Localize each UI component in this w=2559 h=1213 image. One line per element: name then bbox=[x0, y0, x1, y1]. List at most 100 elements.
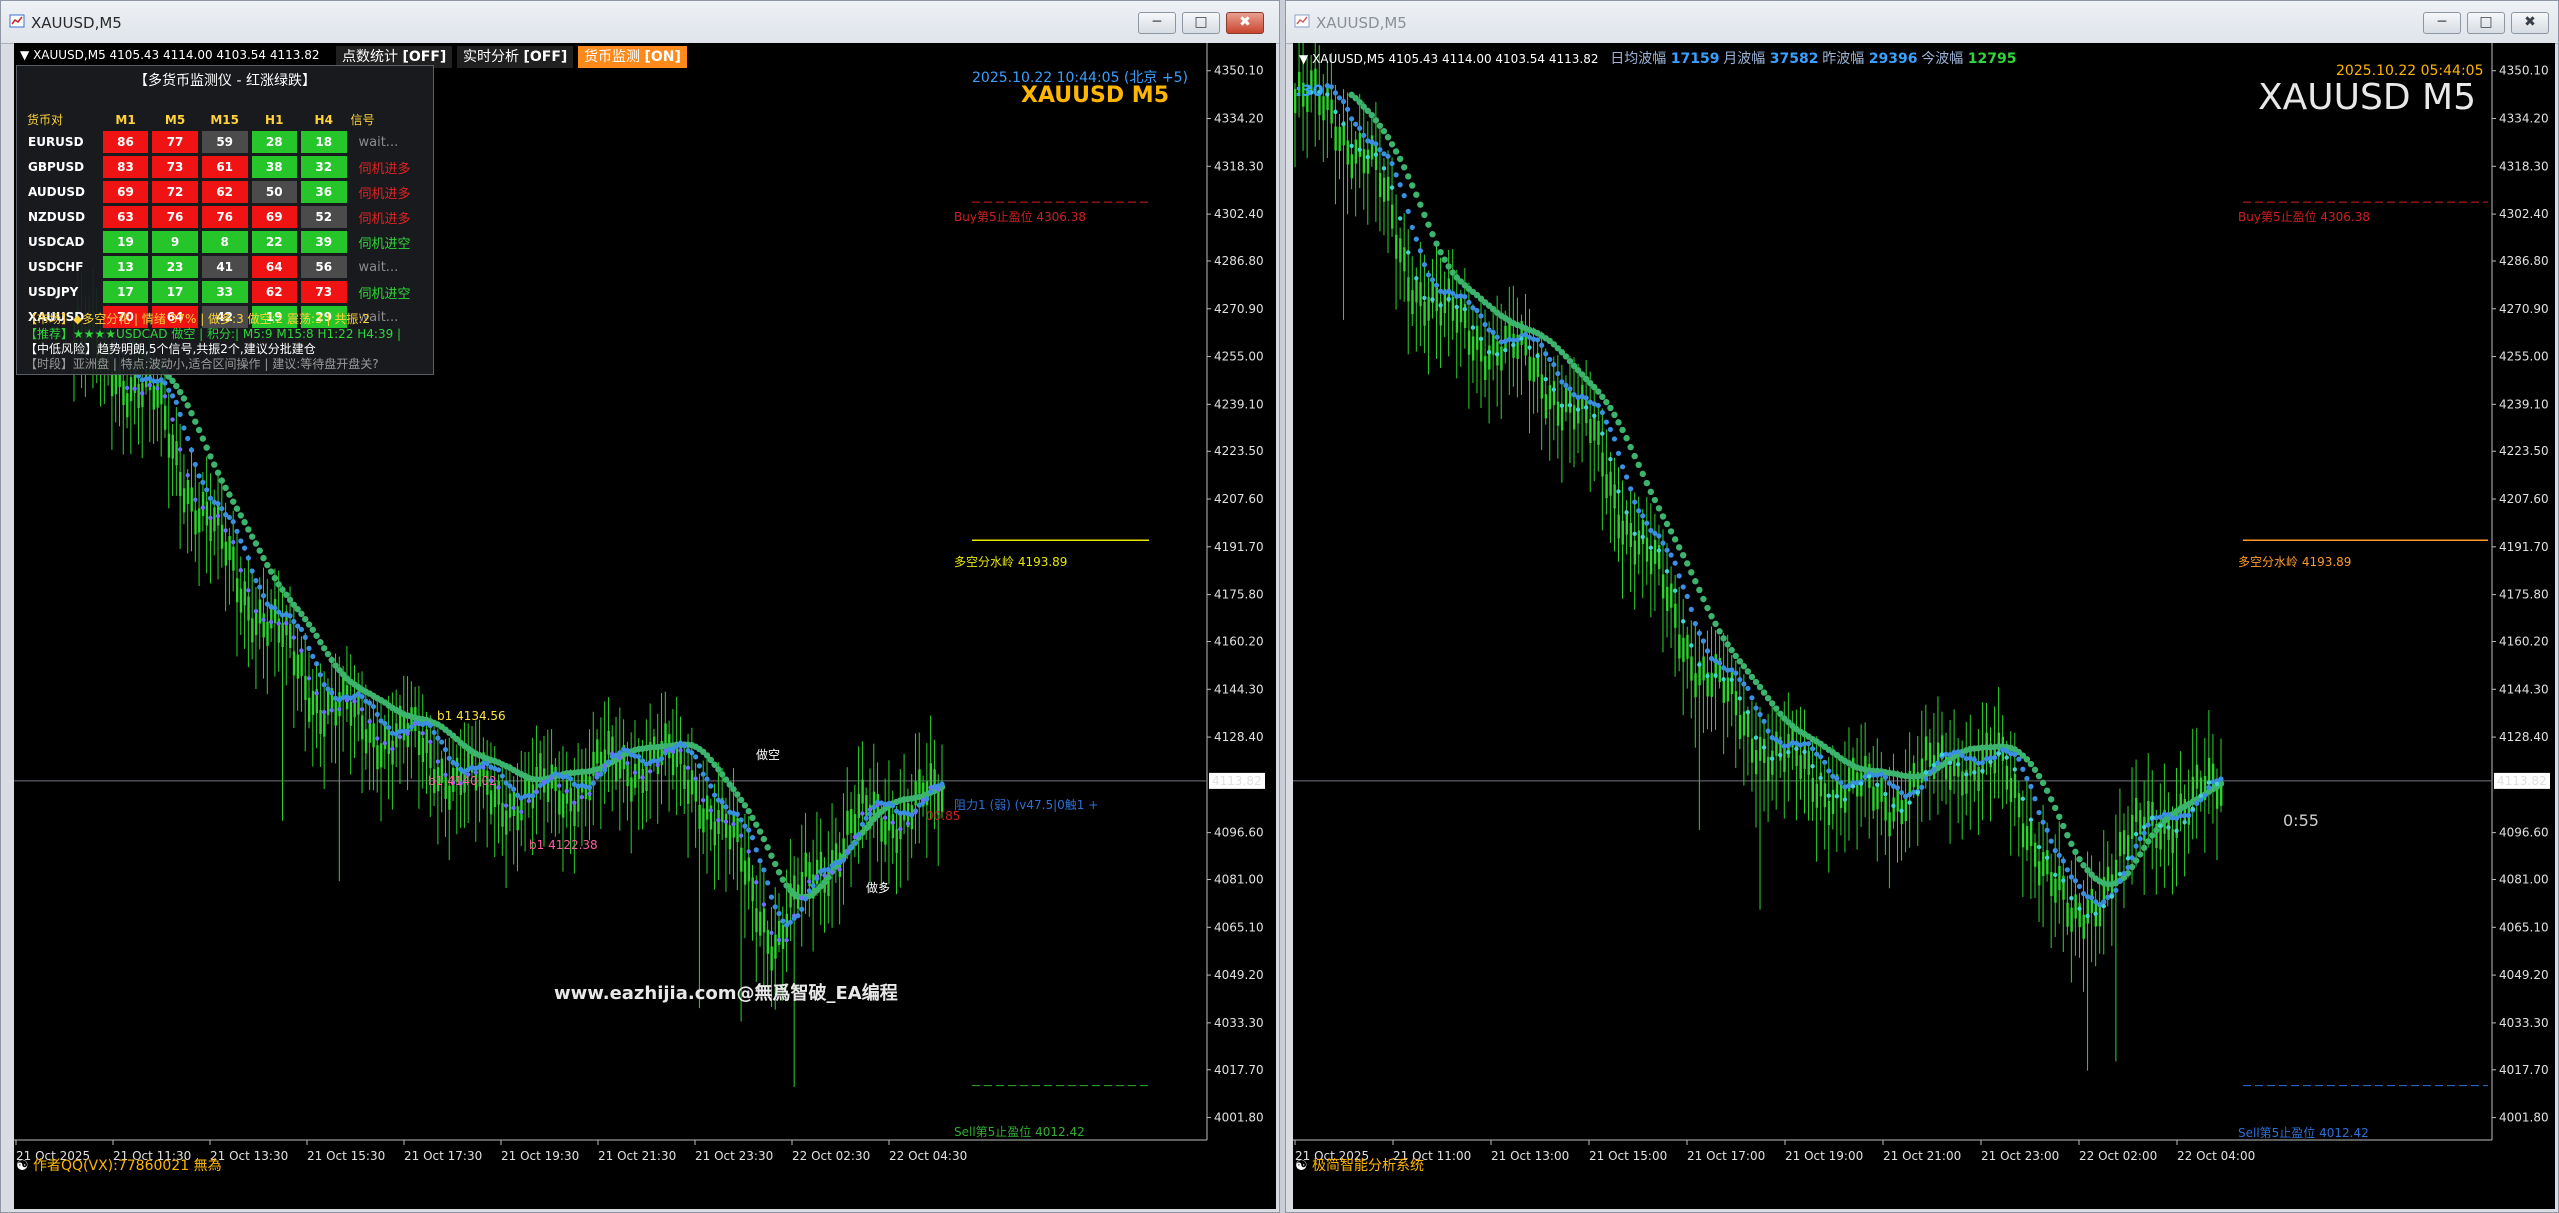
ma-mid-dot bbox=[1729, 667, 1735, 673]
candle-body bbox=[1763, 738, 1766, 764]
price-tick-label: 4128.40 bbox=[1214, 730, 1264, 744]
ma-mid-dot bbox=[768, 894, 775, 900]
ma-slow-dot bbox=[207, 453, 214, 460]
candle-body bbox=[2070, 907, 2073, 932]
candle-body bbox=[2183, 798, 2187, 824]
strength-cell: 56 bbox=[301, 256, 347, 278]
ma-fast-dot bbox=[845, 848, 850, 854]
ma-mid-dot bbox=[1615, 450, 1622, 456]
ma-fast-dot bbox=[1333, 109, 1338, 115]
ma-mid-dot bbox=[1923, 776, 1929, 782]
ma-fast-dot bbox=[1527, 345, 1532, 350]
ma-slow-dot bbox=[1643, 479, 1650, 487]
candle-body bbox=[391, 740, 394, 765]
chart-header-icon: ▼ bbox=[1299, 52, 1309, 66]
ma-fast-dot bbox=[1931, 762, 1937, 768]
strength-cell: 33 bbox=[201, 281, 248, 303]
minimize-button[interactable]: ─ bbox=[2423, 12, 2461, 34]
ma-slow-dot bbox=[2136, 851, 2144, 858]
candle-body bbox=[349, 701, 353, 726]
ma-fast-dot bbox=[2174, 828, 2179, 834]
ma-slow-dot bbox=[1752, 678, 1760, 686]
right-chart-area[interactable]: 4350.10 4334.20 4318.30 4302.40 4286.80 4270.… bbox=[1293, 43, 2555, 1209]
candle-body bbox=[1601, 452, 1604, 477]
currency-monitor-button[interactable]: 货币监测 [ON] bbox=[578, 46, 687, 68]
candle-body bbox=[804, 852, 807, 877]
ma-slow-dot bbox=[252, 540, 260, 547]
wave-yesterday-value: 29396 bbox=[1868, 51, 1918, 67]
ma-fast-dot bbox=[147, 382, 153, 388]
ma-mid-dot bbox=[495, 767, 502, 773]
ma-mid-dot bbox=[2076, 883, 2083, 889]
ma-mid-dot bbox=[1603, 419, 1609, 425]
price-tick-label: 4223.50 bbox=[1214, 444, 1264, 458]
right-titlebar[interactable]: XAUUSD,M5 ─ □ ✖ bbox=[1286, 1, 2558, 44]
ma-fast-dot bbox=[200, 505, 206, 510]
candle-body bbox=[929, 763, 933, 788]
ma-fast-dot bbox=[1511, 342, 1516, 348]
left-chart-window[interactable]: XAUUSD,M5 ─ □ ✖ 4350.10 4334.20 4318.30 430… bbox=[0, 0, 1280, 1213]
ma-slow-dot bbox=[271, 574, 279, 582]
left-titlebar[interactable]: XAUUSD,M5 ─ □ ✖ bbox=[1, 1, 1279, 44]
price-tick-label: 4081.00 bbox=[2499, 873, 2549, 887]
ma-mid-dot bbox=[787, 919, 793, 925]
price-tick-label: 4318.30 bbox=[1214, 159, 1264, 173]
ma-fast-dot bbox=[1745, 709, 1751, 715]
author-text: 作者QQ(VX):77860021 無為 bbox=[33, 1158, 222, 1174]
ma-slow-dot bbox=[1772, 705, 1780, 712]
candle-body bbox=[1362, 149, 1366, 174]
candle-body bbox=[596, 739, 599, 764]
ma-mid-dot bbox=[2186, 812, 2192, 818]
ma-slow-dot bbox=[2068, 840, 2075, 848]
candle-body bbox=[319, 709, 322, 735]
ma-slow-dot bbox=[2039, 779, 2047, 787]
ma-fast-dot bbox=[1834, 794, 1840, 799]
candle-body bbox=[607, 730, 610, 755]
maximize-button[interactable]: □ bbox=[1182, 12, 1220, 34]
candle-body bbox=[1678, 634, 1681, 659]
ma-mid-dot bbox=[1373, 141, 1379, 147]
price-tick-label: 4302.40 bbox=[2499, 207, 2549, 221]
ma-fast-dot bbox=[2109, 894, 2115, 899]
ma-slow-dot bbox=[1675, 544, 1683, 551]
close-button[interactable]: ✖ bbox=[1226, 12, 1264, 34]
wave-month-value: 37582 bbox=[1769, 51, 1819, 67]
close-button[interactable]: ✖ bbox=[2511, 12, 2549, 34]
candle-body bbox=[1924, 736, 1928, 761]
ma-mid-dot bbox=[1377, 147, 1383, 153]
ma-mid-dot bbox=[2012, 751, 2018, 758]
ma-fast-dot bbox=[822, 873, 827, 878]
right-value-label: 00.85 bbox=[926, 809, 961, 823]
ma-fast-dot bbox=[731, 821, 736, 827]
candle-body bbox=[201, 492, 205, 517]
candle-body bbox=[402, 716, 406, 741]
candle-body bbox=[2009, 777, 2013, 802]
ma-slow-dot bbox=[730, 786, 737, 793]
right-chart-window[interactable]: XAUUSD,M5 ─ □ ✖ 4350.10 4334.20 4318.30 430… bbox=[1285, 0, 2559, 1213]
ma-fast-dot bbox=[1430, 297, 1435, 302]
left-chart-area[interactable]: 4350.10 4334.20 4318.30 4302.40 4286.80 4270.… bbox=[14, 43, 1276, 1209]
strength-cell: 38 bbox=[251, 156, 297, 178]
ma-mid-dot bbox=[1543, 351, 1549, 357]
candle-body bbox=[872, 791, 876, 816]
ma-mid-dot bbox=[1599, 409, 1605, 416]
candle-body bbox=[1969, 751, 1972, 776]
strength-cell: 22 bbox=[251, 231, 297, 253]
annotation-short: 做空 bbox=[756, 748, 781, 762]
ma-fast-dot bbox=[1494, 352, 1500, 357]
maximize-button[interactable]: □ bbox=[2467, 12, 2505, 34]
candle-body bbox=[728, 825, 732, 850]
ma-fast-dot bbox=[321, 709, 327, 715]
ma-mid-dot bbox=[689, 750, 695, 756]
ma-slow-dot bbox=[1639, 470, 1646, 478]
ma-mid-dot bbox=[2202, 792, 2208, 798]
strength-cell: 9 bbox=[152, 231, 198, 253]
ma-mid-dot bbox=[427, 722, 433, 729]
ma-mid-dot bbox=[738, 817, 744, 823]
minimize-button[interactable]: ─ bbox=[1138, 12, 1176, 34]
realtime-analysis-button[interactable]: 实时分析 [OFF] bbox=[457, 46, 574, 68]
ma-mid-dot bbox=[1704, 648, 1711, 654]
ma-mid-dot bbox=[1361, 132, 1367, 138]
candle-body bbox=[512, 791, 516, 817]
candle-body bbox=[2207, 757, 2211, 782]
